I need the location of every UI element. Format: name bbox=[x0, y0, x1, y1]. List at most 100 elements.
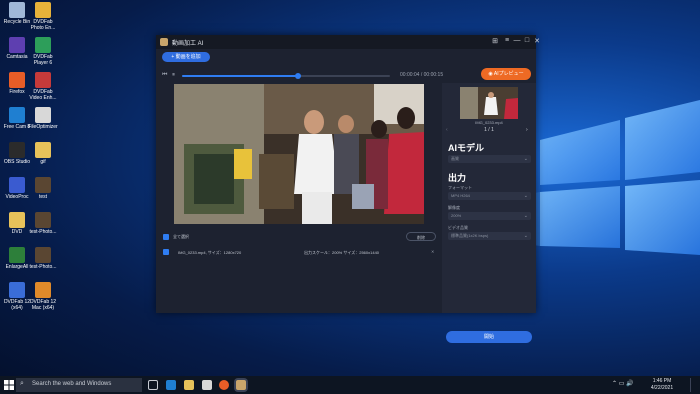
desktop-icon[interactable]: DVDFab Photo En... bbox=[28, 2, 58, 32]
delete-button[interactable]: 削除 bbox=[406, 232, 436, 241]
seek-handle[interactable] bbox=[295, 73, 302, 79]
desktop-icon[interactable]: gif bbox=[28, 142, 58, 166]
tray-icons[interactable]: ⌃ ▭ 🔊 bbox=[612, 380, 634, 387]
video-preview[interactable] bbox=[174, 84, 424, 224]
ai-model-select[interactable]: 画質 ⌄ bbox=[448, 155, 531, 163]
desktop-icon-image bbox=[9, 177, 25, 193]
format-value: MP4 H264 bbox=[451, 193, 470, 198]
resolution-label: 解像度 bbox=[448, 205, 460, 210]
notification-icon[interactable] bbox=[690, 378, 699, 392]
task-view-icon[interactable] bbox=[148, 380, 158, 390]
start-button[interactable]: 開始 bbox=[446, 331, 532, 343]
quality-label: ビデオ品質 bbox=[448, 225, 468, 230]
video-thumbnail[interactable] bbox=[460, 87, 518, 119]
output-info: 出力スケール：200% サイズ：2560x1440 bbox=[304, 250, 380, 255]
desktop-icon-image bbox=[9, 142, 25, 158]
desktop-icon-label: test bbox=[38, 194, 48, 200]
desktop-icon[interactable]: FileOptimizer bbox=[28, 107, 58, 131]
thumbnail-image bbox=[460, 87, 518, 119]
search-placeholder: Search the web and Windows bbox=[32, 381, 112, 387]
store-icon[interactable] bbox=[202, 380, 212, 390]
desktop-icon[interactable]: test bbox=[28, 177, 58, 201]
desktop-icon[interactable]: DVDFab 12 Mac (x64) bbox=[28, 282, 58, 312]
clock-time: 1:46 PM bbox=[652, 378, 672, 384]
chevron-down-icon: ⌄ bbox=[523, 156, 528, 162]
settings-panel: IMG_0233.mp4 ‹ 1 / 1 › AIモデル 画質 ⌄ 出力 フォーマ… bbox=[442, 83, 536, 343]
select-all-checkbox[interactable] bbox=[163, 234, 169, 240]
desktop-icon-label: DVDFab Player 6 bbox=[33, 54, 53, 66]
pin-icon[interactable]: ⊞ bbox=[490, 37, 500, 45]
menu-icon[interactable]: ≡ bbox=[502, 37, 512, 44]
desktop-icon-label: DVDFab Video Enh... bbox=[29, 89, 57, 101]
remove-file-icon[interactable]: ✕ bbox=[431, 249, 434, 254]
chevron-down-icon: ⌄ bbox=[523, 213, 528, 219]
next-arrow-icon[interactable]: › bbox=[526, 127, 528, 133]
taskbar-search[interactable]: ⌕ Search the web and Windows bbox=[16, 378, 142, 392]
clock-date: 4/22/2021 bbox=[650, 385, 674, 391]
desktop-icon-label: DVDFab 12 Mac (x64) bbox=[29, 299, 57, 311]
taskbar-clock[interactable]: 1:46 PM 4/22/2021 bbox=[644, 378, 680, 392]
desktop-icon-image bbox=[35, 282, 51, 298]
add-video-label: 動画を追加 bbox=[175, 54, 201, 60]
video-frame-image bbox=[174, 84, 424, 224]
desktop-icon-image bbox=[35, 2, 51, 18]
desktop-icon-image bbox=[35, 37, 51, 53]
desktop-icon-image bbox=[9, 282, 25, 298]
ai-model-value: 画質 bbox=[451, 156, 459, 161]
window-title: 動画加工 AI bbox=[172, 41, 204, 47]
search-icon: ⌕ bbox=[20, 380, 24, 387]
desktop-icon-image bbox=[9, 212, 25, 228]
pause-icon[interactable]: ⏸ bbox=[172, 72, 175, 79]
format-select[interactable]: MP4 H264 ⌄ bbox=[448, 192, 531, 200]
desktop-icon-label: test-Photo... bbox=[29, 229, 57, 235]
chevron-down-icon: ⌄ bbox=[523, 193, 528, 199]
desktop-icon-image bbox=[9, 107, 25, 123]
desktop-icon-label: gif bbox=[40, 159, 46, 165]
time-display: 00:00:04 / 00:00:15 bbox=[400, 72, 444, 78]
select-all-label: 全て選択 bbox=[173, 234, 189, 239]
firefox-taskbar-icon[interactable] bbox=[219, 380, 229, 390]
quality-select[interactable]: 標準品質(1x2K bsps) ⌄ bbox=[448, 232, 531, 240]
taskbar: ⌕ Search the web and Windows ⌃ ▭ 🔊 1:46 … bbox=[0, 376, 700, 394]
minimize-button[interactable]: — bbox=[512, 37, 522, 44]
ai-model-heading: AIモデル bbox=[448, 143, 485, 153]
resolution-select[interactable]: 200% ⌄ bbox=[448, 212, 531, 220]
quality-value: 標準品質(1x2K bsps) bbox=[451, 233, 489, 238]
desktop-icon[interactable]: test-Photo... bbox=[28, 212, 58, 236]
windows-start-icon[interactable] bbox=[4, 380, 14, 390]
pager-label: 1 / 1 bbox=[484, 127, 494, 133]
file-explorer-icon[interactable] bbox=[184, 380, 194, 390]
seek-slider[interactable] bbox=[182, 73, 390, 79]
desktop-icon-label: DVDFab Photo En... bbox=[30, 19, 56, 31]
format-label: フォーマット bbox=[448, 185, 472, 190]
app-logo-icon bbox=[160, 38, 168, 46]
edge-icon[interactable] bbox=[166, 380, 176, 390]
chevron-down-icon: ⌄ bbox=[523, 233, 528, 239]
app-taskbar-icon[interactable] bbox=[236, 380, 246, 390]
output-heading: 出力 bbox=[448, 173, 467, 183]
desktop-icon-label: FileOptimizer bbox=[28, 124, 58, 130]
desktop-icon-image bbox=[35, 72, 51, 88]
desktop-icon-image bbox=[35, 247, 51, 263]
ai-preview-label: AIプレビュー bbox=[493, 71, 524, 77]
maximize-button[interactable]: □ bbox=[522, 37, 532, 44]
add-video-button[interactable]: + 動画を追加 bbox=[162, 52, 210, 62]
ai-preview-button[interactable]: ◉ AIプレビュー bbox=[481, 68, 531, 80]
desktop-icon-image bbox=[9, 72, 25, 88]
desktop-icon-image bbox=[35, 212, 51, 228]
desktop-icon-image bbox=[35, 177, 51, 193]
desktop-icon[interactable]: DVDFab Player 6 bbox=[28, 37, 58, 67]
thumbnail-pager: ‹ 1 / 1 › bbox=[442, 127, 536, 135]
skip-back-icon[interactable]: ⏮ bbox=[162, 72, 167, 79]
desktop-icon[interactable]: DVDFab Video Enh... bbox=[28, 72, 58, 102]
desktop-icon[interactable]: test-Photo... bbox=[28, 247, 58, 271]
thumbnail-filename: IMG_0233.mp4 bbox=[475, 120, 503, 125]
file-checkbox[interactable] bbox=[163, 249, 169, 255]
title-bar: 動画加工 AI ⊞ ≡ — □ ✕ bbox=[156, 35, 540, 49]
desktop-icon-image bbox=[9, 2, 25, 18]
resolution-value: 200% bbox=[451, 213, 462, 218]
close-button[interactable]: ✕ bbox=[532, 37, 542, 45]
seek-progress bbox=[182, 75, 299, 77]
desktop-icon-image bbox=[35, 107, 51, 123]
app-window: 動画加工 AI ⊞ ≡ — □ ✕ + 動画を追加 ⏮ ⏸ 00:00:04 /… bbox=[156, 35, 540, 343]
